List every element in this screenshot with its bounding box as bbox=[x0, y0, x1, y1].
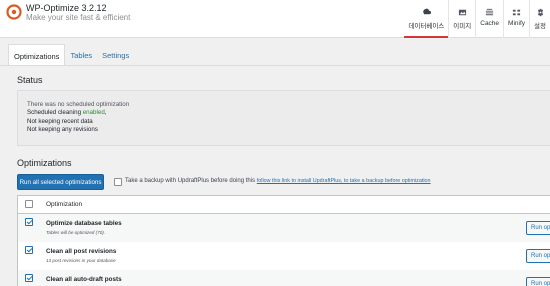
table-header: Optimization bbox=[18, 196, 550, 214]
topnav-images[interactable]: 이미지 bbox=[449, 0, 475, 38]
optimizations-table: Optimization Optimize database tables Ta… bbox=[17, 195, 550, 286]
image-icon bbox=[458, 9, 466, 16]
database-icon bbox=[423, 8, 431, 15]
topnav-database-label: 데이터베이스 bbox=[408, 23, 445, 30]
topnav-minify[interactable]: Minify bbox=[504, 0, 529, 38]
wp-optimize-logo-icon bbox=[6, 4, 22, 20]
row-checkbox[interactable] bbox=[25, 274, 33, 282]
status-heading: Status bbox=[17, 75, 43, 85]
row-title: Clean all auto-draft posts bbox=[46, 276, 122, 283]
tab-tables[interactable]: Tables bbox=[65, 44, 97, 66]
topnav-database[interactable]: 데이터베이스 bbox=[404, 0, 449, 38]
run-all-optimizations-button[interactable]: Run all selected optimizations bbox=[17, 174, 104, 190]
row-description: Tables will be optimized (70). bbox=[46, 230, 106, 235]
tab-optimizations[interactable]: Optimizations bbox=[8, 44, 66, 66]
cache-icon bbox=[486, 8, 494, 16]
app-title: WP-Optimize 3.2.12 bbox=[26, 3, 107, 13]
run-optimization-button[interactable]: Run optimization bbox=[526, 221, 550, 235]
select-all-checkbox[interactable] bbox=[25, 200, 33, 208]
status-cleaning-prefix: Scheduled cleaning bbox=[27, 109, 83, 117]
table-row: Clean all post revisions 13 post revisio… bbox=[18, 242, 550, 270]
top-header: WP-Optimize 3.2.12 Make your site fast &… bbox=[0, 0, 550, 38]
top-nav: 데이터베이스 이미지 Cache Minify 설정 bbox=[404, 0, 550, 38]
tabs-divider bbox=[0, 65, 550, 66]
table-row: Clean all auto-draft posts Run optimizat… bbox=[18, 270, 550, 286]
topnav-settings[interactable]: 설정 bbox=[530, 0, 550, 38]
status-line-schedule: There was no scheduled optimization bbox=[27, 101, 130, 108]
status-box: There was no scheduled optimization Sche… bbox=[17, 90, 550, 146]
topnav-cache-label: Cache bbox=[480, 20, 500, 27]
status-cleaning-suffix: , bbox=[104, 109, 107, 117]
row-checkbox[interactable] bbox=[25, 246, 33, 254]
install-updraftplus-link[interactable]: follow this link to install UpdraftPlus,… bbox=[257, 178, 431, 184]
status-line-cleaning: Scheduled cleaning enabled, bbox=[27, 109, 547, 117]
app-subtitle: Make your site fast & efficient bbox=[26, 13, 131, 22]
backup-label: Take a backup with UpdraftPlus before do… bbox=[125, 178, 431, 184]
section-tabs: Optimizations Tables Settings bbox=[8, 44, 134, 66]
tab-settings[interactable]: Settings bbox=[97, 44, 134, 66]
backup-checkbox[interactable] bbox=[114, 178, 122, 186]
topnav-cache[interactable]: Cache bbox=[476, 0, 503, 38]
row-title: Clean all post revisions bbox=[46, 248, 117, 255]
column-header-optimization: Optimization bbox=[46, 201, 83, 208]
run-optimization-button[interactable]: Run optimization bbox=[526, 249, 550, 263]
row-title: Optimize database tables bbox=[46, 220, 122, 227]
optimizations-heading: Optimizations bbox=[17, 158, 72, 168]
backup-text: Take a backup with UpdraftPlus before do… bbox=[125, 178, 256, 184]
topnav-images-label: 이미지 bbox=[453, 23, 472, 30]
row-description: 13 post revisions in your database bbox=[46, 258, 116, 263]
status-line-revisions: Not keeping any revisions bbox=[27, 126, 98, 134]
topnav-minify-label: Minify bbox=[508, 20, 526, 27]
status-enabled-text: enabled bbox=[82, 109, 105, 117]
status-line-recent-data: Not keeping recent data bbox=[27, 117, 93, 125]
run-optimization-button[interactable]: Run optimization bbox=[526, 277, 550, 286]
settings-icon bbox=[537, 8, 543, 17]
topnav-settings-label: 설정 bbox=[534, 23, 546, 30]
row-checkbox[interactable] bbox=[25, 218, 33, 226]
minify-icon bbox=[512, 9, 521, 16]
table-row: Optimize database tables Tables will be … bbox=[18, 214, 550, 242]
